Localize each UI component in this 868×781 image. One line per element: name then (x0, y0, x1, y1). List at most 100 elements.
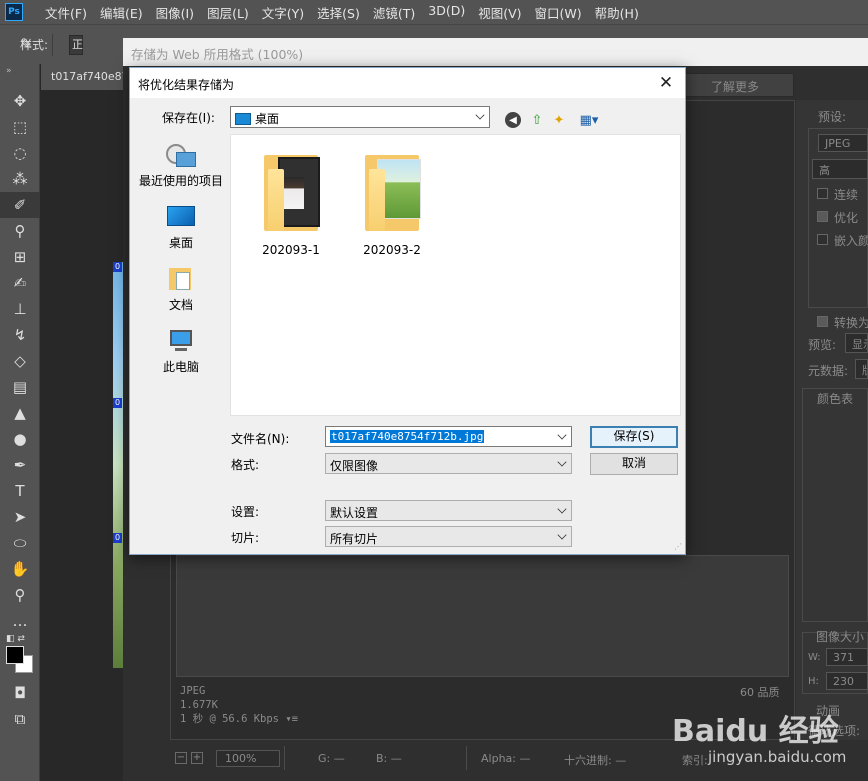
recent-items-icon (166, 142, 196, 168)
foreground-color-swatch[interactable] (6, 646, 24, 664)
convert-srgb-label: 转换为 (834, 316, 868, 330)
gradient-tool-icon[interactable]: ▤ (0, 374, 40, 400)
filename-input[interactable]: t017af740e8754f712b.jpg (325, 426, 572, 447)
menu-image[interactable]: 图像(I) (156, 3, 194, 22)
menu-edit[interactable]: 编辑(E) (100, 3, 143, 22)
shape-tool-icon[interactable]: ⬭ (0, 530, 40, 556)
quick-mask-icon[interactable]: ◘ (0, 680, 40, 706)
style-select[interactable]: 正 (69, 34, 83, 55)
blur-tool-icon[interactable]: ▲ (0, 400, 40, 426)
brush-tool-icon[interactable]: ✍ (0, 270, 40, 296)
cancel-button[interactable]: 取消 (590, 453, 678, 475)
folder-item[interactable]: 202093-1 (246, 149, 336, 257)
status-b: B: — (376, 752, 402, 765)
folder-item[interactable]: 202093-2 (347, 149, 437, 257)
menu-select[interactable]: 选择(S) (317, 3, 360, 22)
magic-wand-tool-icon[interactable]: ⁂ (0, 166, 40, 192)
zoom-out-button[interactable]: − (175, 752, 187, 764)
screen-mode-icon[interactable]: ⧉ (0, 706, 40, 732)
status-alpha: Alpha: — (481, 752, 531, 765)
more-tools-icon[interactable]: … (0, 608, 40, 634)
eyedropper-tool-icon[interactable]: ⚲ (0, 218, 40, 244)
progressive-checkbox[interactable] (817, 188, 828, 199)
new-folder-icon[interactable]: ✦ (550, 111, 568, 129)
menu-view[interactable]: 视图(V) (478, 3, 521, 22)
place-documents[interactable]: 文档 (136, 266, 226, 313)
height-label: H: (808, 676, 819, 687)
color-table-group (802, 388, 868, 622)
format-select[interactable]: 仅限图像 (325, 453, 572, 474)
lasso-tool-icon[interactable]: ◌ (0, 140, 40, 166)
menu-filter[interactable]: 滤镜(T) (373, 3, 415, 22)
document-tab[interactable]: t017af740e875 (41, 64, 126, 90)
zoom-tool-icon[interactable]: ⚲ (0, 582, 40, 608)
preview-label: 预览: (808, 338, 837, 352)
slice-tool-icon[interactable]: ✐ (0, 192, 40, 218)
swap-colors-icon[interactable]: ◧ ⇄ (6, 634, 25, 644)
photoshop-logo-icon: Ps (5, 3, 23, 21)
dodge-tool-icon[interactable]: ● (0, 426, 40, 452)
desktop-icon (235, 113, 251, 125)
up-folder-icon[interactable]: ⇧ (528, 111, 546, 129)
photo-folder-icon (258, 149, 324, 235)
stamp-tool-icon[interactable]: ⊥ (0, 296, 40, 322)
menu-window[interactable]: 窗口(W) (535, 3, 582, 22)
image-folder-icon (359, 149, 425, 235)
path-select-tool-icon[interactable]: ➤ (0, 504, 40, 530)
menu-help[interactable]: 帮助(H) (595, 3, 639, 22)
history-brush-tool-icon[interactable]: ↯ (0, 322, 40, 348)
place-this-pc[interactable]: 此电脑 (136, 328, 226, 375)
menu-file[interactable]: 文件(F) (45, 3, 87, 22)
folder-name: 202093-1 (262, 243, 320, 257)
embed-profile-checkbox[interactable] (817, 234, 828, 245)
eraser-tool-icon[interactable]: ◇ (0, 348, 40, 374)
metadata-select[interactable]: 版 (855, 359, 868, 379)
back-icon[interactable]: ◀ (505, 112, 521, 128)
place-recent[interactable]: 最近使用的项目 (136, 142, 226, 189)
type-tool-icon[interactable]: T (0, 478, 40, 504)
settings-select[interactable]: 默认设置 (325, 500, 572, 521)
info-speed: 1 秒 @ 56.6 Kbps ▾≡ (180, 712, 298, 726)
menu-layer[interactable]: 图层(L) (207, 3, 249, 22)
save-in-select[interactable]: 桌面 (230, 106, 490, 128)
view-menu-icon[interactable]: ▦▾ (574, 111, 604, 129)
move-tool-icon[interactable]: ✥ (0, 88, 40, 114)
marquee-tool-icon[interactable]: ⬚ (0, 114, 40, 140)
quality-select[interactable]: 高 (812, 159, 868, 179)
width-input[interactable]: 371 (826, 648, 868, 666)
convert-srgb-checkbox[interactable] (817, 316, 828, 327)
format-select[interactable]: JPEG (818, 134, 868, 152)
width-label: W: (808, 652, 821, 663)
pen-tool-icon[interactable]: ✒ (0, 452, 40, 478)
save-optimized-dialog: 将优化结果存储为 ✕ 保存在(I): 桌面 ◀ ⇧ ✦ ▦▾ 最近使用的项目 桌… (129, 67, 686, 555)
divider (52, 33, 53, 56)
chevron-down-icon (557, 530, 567, 540)
healing-tool-icon[interactable]: ⊞ (0, 244, 40, 270)
menu-3d[interactable]: 3D(D) (428, 3, 465, 22)
preview-select[interactable]: 显示 (845, 333, 868, 353)
resize-grip-icon[interactable]: ⋰ (674, 543, 682, 551)
settings-value: 默认设置 (330, 506, 379, 520)
hand-tool-icon[interactable]: ✋ (0, 556, 40, 582)
zoom-in-button[interactable]: + (191, 752, 203, 764)
optimized-info: JPEG 1.677K 1 秒 @ 56.6 Kbps ▾≡ (180, 684, 298, 726)
speed-menu-icon[interactable]: ▾≡ (285, 713, 298, 725)
image-size-label: 图像大小 (816, 630, 865, 644)
watermark-url: jingyan.baidu.com (708, 748, 847, 766)
place-desktop[interactable]: 桌面 (136, 204, 226, 251)
menu-type[interactable]: 文字(Y) (262, 3, 304, 22)
desktop-icon (166, 204, 196, 230)
save-in-value: 桌面 (255, 112, 280, 126)
slices-select[interactable]: 所有切片 (325, 526, 572, 547)
learn-more-button[interactable]: 了解更多 (684, 73, 794, 97)
close-icon[interactable]: ✕ (655, 72, 677, 94)
chevron-down-icon (557, 457, 567, 467)
status-hex: 十六进制: — (564, 754, 627, 767)
optimized-checkbox[interactable] (817, 211, 828, 222)
zoom-select[interactable]: 100% (216, 750, 280, 767)
toolbar-collapse-icon[interactable]: » (6, 66, 39, 88)
height-input[interactable]: 230 (826, 672, 868, 690)
status-g: G: — (318, 752, 345, 765)
color-swatches[interactable]: ◧ ⇄ (0, 634, 39, 680)
save-button[interactable]: 保存(S) (590, 426, 678, 448)
